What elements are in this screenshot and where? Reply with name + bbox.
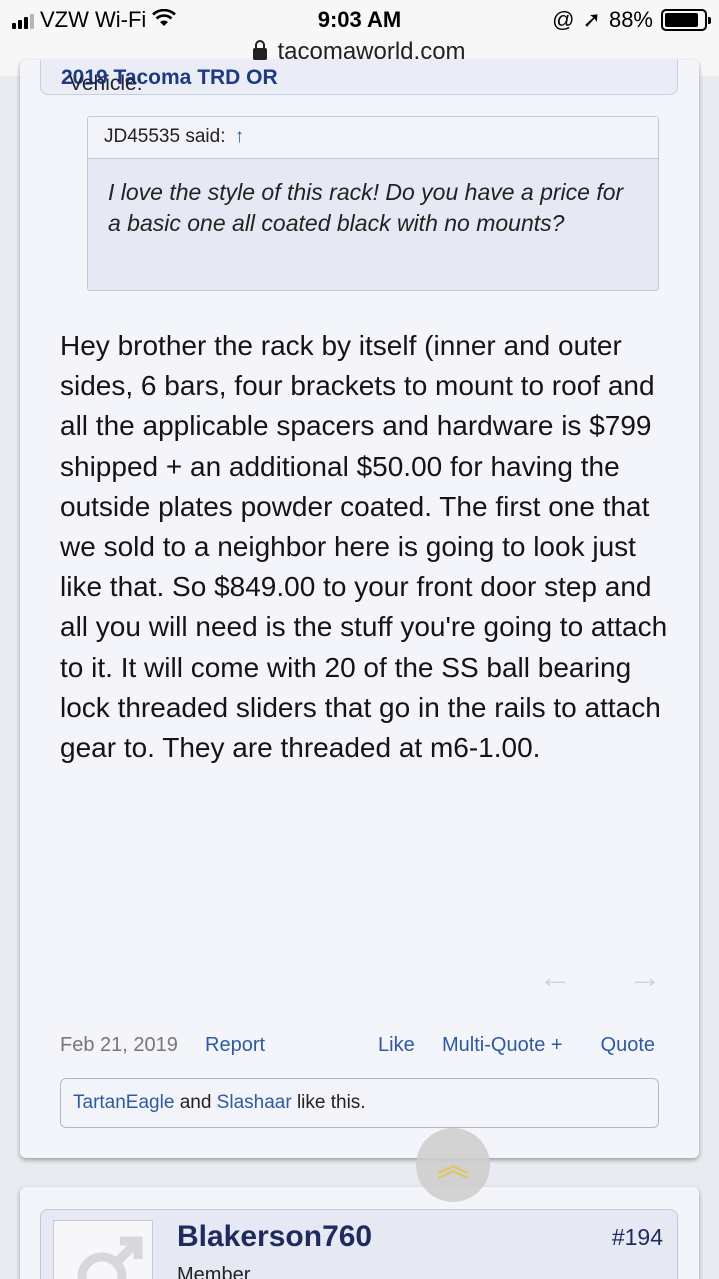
user-info-extra: Vehicle: 2019 Tacoma TRD OR [40,60,678,95]
post-nav: ← → [538,958,662,997]
avatar[interactable] [53,1220,153,1279]
orientation-lock-icon: @ [552,7,575,32]
multi-quote-link[interactable]: Multi-Quote + [442,1034,563,1057]
post-card: Vehicle: 2019 Tacoma TRD OR JD45535 said:… [20,60,699,1158]
quote-jump-icon[interactable]: ↑ [235,126,245,147]
quote-text: I love the style of this rack! Do you ha… [108,179,624,236]
message-body: Hey brother the rack by itself (inner an… [60,330,668,764]
status-right: @ ➚ 88% [552,7,711,33]
location-icon: ➚ [582,7,601,32]
arrow-right-icon[interactable]: → [628,958,662,997]
liker-link-2[interactable]: Slashaar [217,1092,292,1113]
report-link[interactable]: Report [205,1034,265,1057]
male-symbol-icon [77,1236,143,1279]
likes-and: and [179,1092,212,1113]
post-number[interactable]: #194 [612,1224,663,1251]
user-title: Member [177,1264,251,1279]
likes-suffix: like this. [296,1092,366,1113]
scroll-to-top-button[interactable]: ︽ [416,1128,490,1202]
likes-summary: TartanEagle and Slashaar like this. [60,1078,659,1128]
like-link[interactable]: Like [378,1034,415,1057]
post-date: Feb 21, 2019 [60,1034,178,1056]
battery-icon [661,9,711,31]
battery-percent: 88% [608,7,653,32]
quote-author: JD45535 said: [104,126,226,147]
quote-header: JD45535 said: ↑ [88,117,658,159]
user-block: Blakerson760 Member #194 [40,1209,678,1279]
quote-block: JD45535 said: ↑ I love the style of this… [87,116,659,291]
quote-link[interactable]: Quote [601,1034,655,1057]
liker-link-1[interactable]: TartanEagle [73,1092,174,1113]
arrow-left-icon[interactable]: ← [538,958,572,997]
lock-icon [253,40,268,60]
vehicle-label: Vehicle: [69,72,143,95]
next-post-card: Blakerson760 Member #194 [20,1187,699,1279]
status-bar: VZW Wi-Fi 9:03 AM @ ➚ 88% [0,0,719,38]
post-meta: Feb 21, 2019 Report Like Multi-Quote + Q… [60,1034,655,1062]
chevron-up-icon: ︽ [436,1147,469,1183]
username[interactable]: Blakerson760 [177,1220,372,1254]
